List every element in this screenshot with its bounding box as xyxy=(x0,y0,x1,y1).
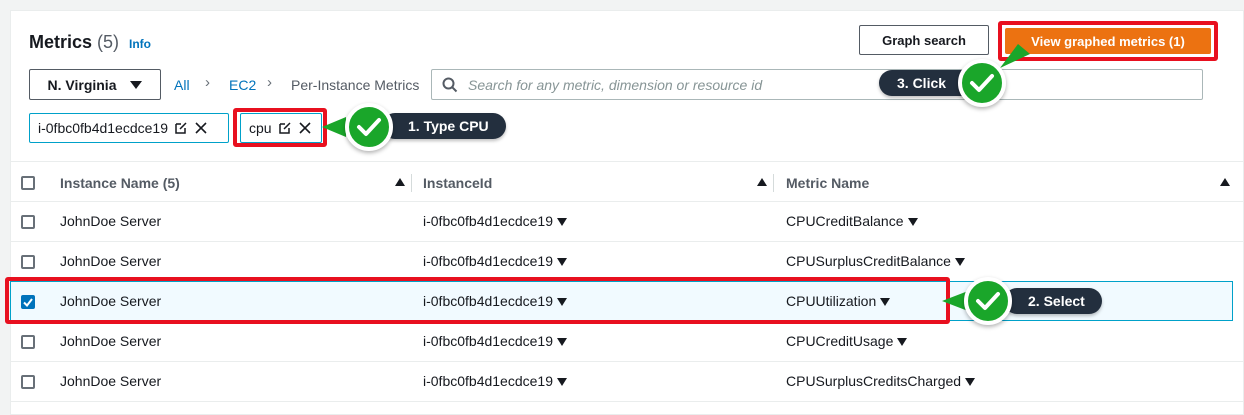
table-top-divider xyxy=(10,161,1244,162)
callout-step-1: 1. Type CPU xyxy=(382,113,506,139)
edit-icon[interactable] xyxy=(174,121,188,135)
dropdown-caret-icon[interactable] xyxy=(954,258,965,267)
callout-step-2: 2. Select xyxy=(1004,288,1102,314)
edit-icon[interactable] xyxy=(278,121,292,135)
row-instance-name: JohnDoe Server xyxy=(60,333,162,349)
breadcrumb-all[interactable]: All xyxy=(174,77,190,93)
metric-name-text: CPUCreditUsage xyxy=(786,333,894,349)
selected-row-highlight xyxy=(5,277,950,324)
row-instance-name: JohnDoe Server xyxy=(60,253,162,269)
row-checkbox[interactable] xyxy=(21,335,35,349)
row-metric-name[interactable]: CPUCreditUsage xyxy=(786,333,908,349)
col-instance-count: (5) xyxy=(162,175,180,191)
metric-search-box[interactable] xyxy=(431,69,1203,100)
instance-id-text: i-0fbc0fb4d1ecdce19 xyxy=(423,213,553,229)
sort-up-icon[interactable] xyxy=(1220,178,1230,186)
column-header-metric-name[interactable]: Metric Name xyxy=(786,175,869,191)
chevron-right-icon: › xyxy=(267,74,272,91)
row-divider xyxy=(10,401,1244,402)
row-instance-id[interactable]: i-0fbc0fb4d1ecdce19 xyxy=(423,333,567,349)
instance-id-text: i-0fbc0fb4d1ecdce19 xyxy=(423,373,553,389)
column-header-instance-name[interactable]: Instance Name (5) xyxy=(60,175,180,191)
col-instance-name-label: Instance Name xyxy=(60,175,159,191)
dropdown-caret-icon[interactable] xyxy=(557,378,567,387)
instance-id-text: i-0fbc0fb4d1ecdce19 xyxy=(423,253,553,269)
row-divider xyxy=(10,201,1244,202)
column-divider[interactable] xyxy=(773,174,774,192)
callout-step-3-text: 3. Click xyxy=(897,75,947,91)
column-divider[interactable] xyxy=(411,174,412,192)
pointer-arrow-icon xyxy=(322,117,346,137)
page-title-text: Metrics xyxy=(29,32,93,52)
filter-token-cpu[interactable]: cpu xyxy=(240,113,322,143)
region-label: N. Virginia xyxy=(47,76,117,93)
dropdown-caret-icon[interactable] xyxy=(897,338,908,347)
column-header-instance-id[interactable]: InstanceId xyxy=(423,175,492,191)
close-icon[interactable] xyxy=(194,121,208,135)
dropdown-caret-icon[interactable] xyxy=(965,378,976,387)
caret-down-icon xyxy=(130,80,143,89)
row-instance-id[interactable]: i-0fbc0fb4d1ecdce19 xyxy=(423,373,567,389)
chevron-right-icon: › xyxy=(205,74,210,91)
row-instance-name: JohnDoe Server xyxy=(60,373,162,389)
view-graphed-metrics-button[interactable]: View graphed metrics (1) xyxy=(1005,28,1211,54)
row-instance-name: JohnDoe Server xyxy=(60,213,162,229)
check-circle-icon xyxy=(964,277,1012,325)
token-cpu-text: cpu xyxy=(249,120,272,136)
row-metric-name[interactable]: CPUSurplusCreditBalance xyxy=(786,253,965,269)
metric-search-input[interactable] xyxy=(468,76,1168,93)
breadcrumb-ec2[interactable]: EC2 xyxy=(229,77,256,93)
filter-token-instance[interactable]: i-0fbc0fb4d1ecdce19 xyxy=(29,113,229,143)
metric-name-text: CPUCreditBalance xyxy=(786,213,904,229)
row-checkbox[interactable] xyxy=(21,255,35,269)
dropdown-caret-icon[interactable] xyxy=(557,338,567,347)
token-instance-text: i-0fbc0fb4d1ecdce19 xyxy=(38,120,168,136)
metrics-count: (5) xyxy=(97,32,120,52)
close-icon[interactable] xyxy=(298,121,312,135)
row-checkbox[interactable] xyxy=(21,215,35,229)
sort-up-icon[interactable] xyxy=(395,178,405,186)
pointer-arrow-icon xyxy=(1000,44,1030,68)
search-icon xyxy=(442,77,458,92)
sort-up-icon[interactable] xyxy=(757,178,767,186)
page-title: Metrics (5) xyxy=(29,32,119,53)
metric-name-text: CPUSurplusCreditBalance xyxy=(786,253,951,269)
dropdown-caret-icon[interactable] xyxy=(557,218,567,227)
row-instance-id[interactable]: i-0fbc0fb4d1ecdce19 xyxy=(423,253,567,269)
row-instance-id[interactable]: i-0fbc0fb4d1ecdce19 xyxy=(423,213,567,229)
select-all-checkbox[interactable] xyxy=(21,176,35,190)
check-circle-icon xyxy=(958,59,1006,107)
callout-step-1-text: 1. Type CPU xyxy=(408,118,489,134)
dropdown-caret-icon[interactable] xyxy=(557,258,567,267)
breadcrumb-per-instance: Per-Instance Metrics xyxy=(291,77,420,93)
instance-id-text: i-0fbc0fb4d1ecdce19 xyxy=(423,333,553,349)
row-checkbox[interactable] xyxy=(21,375,35,389)
region-select[interactable]: N. Virginia xyxy=(29,69,161,100)
check-circle-icon xyxy=(345,103,393,151)
info-link[interactable]: Info xyxy=(129,37,151,51)
callout-step-2-text: 2. Select xyxy=(1028,293,1085,309)
dropdown-caret-icon[interactable] xyxy=(907,218,918,227)
graph-search-button[interactable]: Graph search xyxy=(859,25,989,55)
row-metric-name[interactable]: CPUCreditBalance xyxy=(786,213,918,229)
row-divider xyxy=(10,241,1244,242)
row-divider xyxy=(10,361,1244,362)
metric-name-text: CPUSurplusCreditsCharged xyxy=(786,373,962,389)
row-metric-name[interactable]: CPUSurplusCreditsCharged xyxy=(786,373,976,389)
